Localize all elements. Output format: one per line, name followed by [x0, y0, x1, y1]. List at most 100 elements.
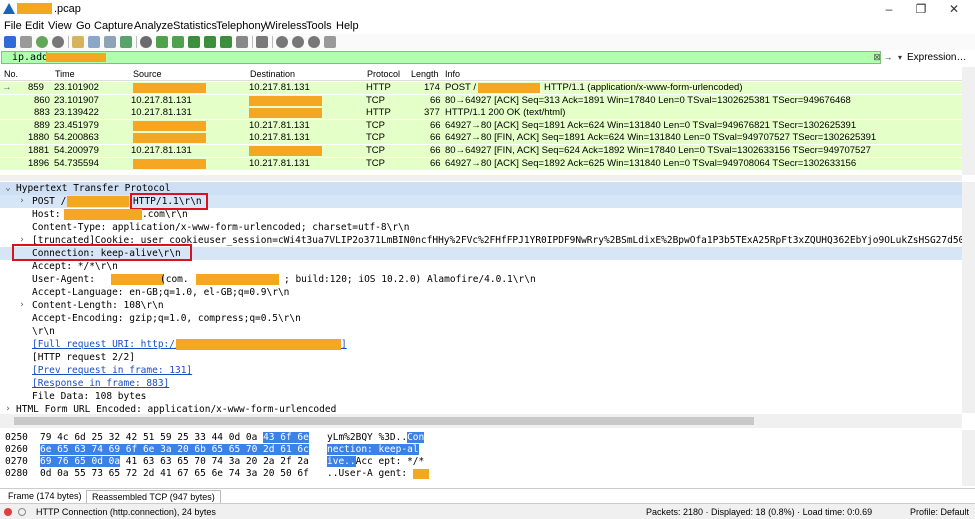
- expression-button[interactable]: Expression…: [907, 52, 966, 63]
- full-uri-close[interactable]: ]: [341, 338, 347, 351]
- column-header-no[interactable]: No.: [4, 69, 18, 79]
- normal-size-icon[interactable]: [308, 36, 320, 48]
- restart-capture-icon[interactable]: [36, 36, 48, 48]
- packet-row[interactable]: 1896 54.735594 10.217.81.131 TCP 66 6492…: [0, 158, 962, 170]
- menu-view[interactable]: View: [48, 20, 72, 32]
- packet-info: 80→64927 [ACK] Seq=313 Ack=1891 Win=1784…: [445, 95, 851, 106]
- resize-columns-icon[interactable]: [324, 36, 336, 48]
- prev-request-link[interactable]: [Prev request in frame: 131]: [32, 364, 192, 377]
- start-capture-icon[interactable]: [4, 36, 16, 48]
- menu-telephony[interactable]: Telephony: [216, 20, 266, 32]
- tree-item-crlf[interactable]: \r\n: [0, 325, 962, 338]
- packet-protocol: TCP: [366, 145, 385, 156]
- bytes-row[interactable]: 0280 0d 0a 55 73 65 72 2d 41 67 65 6e 74…: [0, 468, 962, 480]
- minimize-button[interactable]: –: [880, 1, 898, 17]
- capture-status-icon[interactable]: [18, 508, 26, 516]
- column-header-time[interactable]: Time: [55, 69, 75, 79]
- tree-item-user-agent[interactable]: User-Agent: (com. ; build:120; iOS 10.2.…: [0, 273, 962, 286]
- tree-item-accept-language[interactable]: Accept-Language: en-GB;q=1.0, el-GB;q=0.…: [0, 286, 962, 299]
- zoom-out-icon[interactable]: [292, 36, 304, 48]
- response-link[interactable]: [Response in frame: 883]: [32, 377, 169, 390]
- packet-row[interactable]: 1880 54.200863 10.217.81.131 TCP 66 6492…: [0, 132, 962, 144]
- close-button[interactable]: ✕: [945, 1, 963, 17]
- tree-item-accept-encoding[interactable]: Accept-Encoding: gzip;q=1.0, compress;q=…: [0, 312, 962, 325]
- packet-row[interactable]: 883 23.139422 10.217.81.131 HTTP 377 HTT…: [0, 107, 962, 119]
- tree-item-response[interactable]: [Response in frame: 883]: [0, 377, 962, 390]
- user-agent-label: User-Agent:: [32, 274, 95, 285]
- maximize-button[interactable]: ❐: [912, 1, 930, 17]
- status-profile[interactable]: Profile: Default: [910, 507, 969, 517]
- tree-item-file-data[interactable]: File Data: 108 bytes: [0, 390, 962, 403]
- details-hscrollbar[interactable]: [0, 414, 962, 428]
- packet-time: 23.101902: [54, 82, 99, 93]
- collapse-arrow-icon[interactable]: ⌄: [3, 182, 13, 195]
- details-scrollbar[interactable]: [962, 182, 975, 413]
- menu-file[interactable]: File: [4, 20, 22, 32]
- menu-analyze[interactable]: Analyze: [134, 20, 173, 32]
- first-packet-icon[interactable]: [204, 36, 216, 48]
- stop-capture-icon[interactable]: [20, 36, 32, 48]
- packet-no: 883: [34, 107, 50, 118]
- tree-item-content-type[interactable]: Content-Type: application/x-www-form-url…: [0, 221, 962, 234]
- tab-frame[interactable]: Frame (174 bytes): [3, 490, 87, 503]
- filter-dropdown-icon[interactable]: ▾: [894, 51, 906, 64]
- column-header-info[interactable]: Info: [445, 69, 460, 79]
- tree-item-http-request[interactable]: [HTTP request 2/2]: [0, 351, 962, 364]
- save-file-icon[interactable]: [88, 36, 100, 48]
- expert-info-icon[interactable]: [4, 508, 12, 516]
- bytes-row[interactable]: 0270 69 76 65 0d 0a 41 63 63 65 70 74 3a…: [0, 456, 962, 468]
- tree-item-label: Accept: */*\r\n: [32, 261, 118, 272]
- menu-edit[interactable]: Edit: [25, 20, 44, 32]
- bytes-row[interactable]: 0260 6e 65 63 74 69 6f 6e 3a 20 6b 65 65…: [0, 444, 962, 456]
- tree-item-accept[interactable]: Accept: */*\r\n: [0, 260, 962, 273]
- column-header-destination[interactable]: Destination: [250, 69, 295, 79]
- tab-reassembled-tcp[interactable]: Reassembled TCP (947 bytes): [86, 490, 221, 503]
- find-packet-icon[interactable]: [140, 36, 152, 48]
- packet-info-suffix: HTTP/1.1 (application/x-www-form-urlenco…: [544, 82, 743, 93]
- menu-go[interactable]: Go: [76, 20, 91, 32]
- packet-row[interactable]: → 859 23.101902 10.217.81.131 HTTP 174 P…: [0, 82, 962, 94]
- column-header-source[interactable]: Source: [133, 69, 162, 79]
- colorize-icon[interactable]: [256, 36, 268, 48]
- packet-info: 64927→80 [FIN, ACK] Seq=1891 Ack=624 Win…: [445, 132, 877, 143]
- menu-help[interactable]: Help: [336, 20, 359, 32]
- clear-filter-icon[interactable]: ⊠: [872, 52, 882, 63]
- display-filter-input[interactable]: ip.addr==: [1, 51, 881, 64]
- menu-wireless[interactable]: Wireless: [265, 20, 307, 32]
- close-file-icon[interactable]: [104, 36, 116, 48]
- packet-list-hscrollbar[interactable]: [0, 175, 962, 181]
- open-file-icon[interactable]: [72, 36, 84, 48]
- bytes-scrollbar[interactable]: [962, 430, 975, 486]
- go-forward-icon[interactable]: [172, 36, 184, 48]
- menu-statistics[interactable]: Statistics: [173, 20, 217, 32]
- packet-row[interactable]: 860 23.101907 10.217.81.131 TCP 66 80→64…: [0, 95, 962, 107]
- go-back-icon[interactable]: [156, 36, 168, 48]
- full-uri-link[interactable]: [Full request URI: http://: [32, 338, 181, 351]
- redacted-uri: [176, 339, 341, 350]
- menu-tools[interactable]: Tools: [306, 20, 332, 32]
- tree-item-content-length[interactable]: › Content-Length: 108\r\n: [0, 299, 962, 312]
- packet-no: 1881: [28, 145, 50, 156]
- apply-filter-icon[interactable]: →: [882, 51, 894, 64]
- tree-item-full-uri[interactable]: [Full request URI: http:// ]: [0, 338, 962, 351]
- autoscroll-icon[interactable]: [236, 36, 248, 48]
- tree-item-prev-request[interactable]: [Prev request in frame: 131]: [0, 364, 962, 377]
- zoom-in-icon[interactable]: [276, 36, 288, 48]
- packet-list-scrollbar[interactable]: [962, 67, 975, 175]
- go-to-packet-icon[interactable]: [188, 36, 200, 48]
- hscroll-thumb[interactable]: [14, 417, 754, 425]
- packet-length: 66: [430, 145, 441, 156]
- column-header-length[interactable]: Length: [411, 69, 439, 79]
- menu-capture[interactable]: Capture: [94, 20, 133, 32]
- last-packet-icon[interactable]: [220, 36, 232, 48]
- tree-item-host[interactable]: Host: .com\r\n: [0, 208, 962, 221]
- capture-options-icon[interactable]: [52, 36, 64, 48]
- column-header-protocol[interactable]: Protocol: [367, 69, 400, 79]
- redacted-source: [133, 121, 206, 131]
- expand-arrow-icon[interactable]: ›: [17, 299, 27, 312]
- bytes-row[interactable]: 0250 79 4c 6d 25 32 42 51 59 25 33 44 0d…: [0, 432, 962, 444]
- reload-file-icon[interactable]: [120, 36, 132, 48]
- packet-row[interactable]: 1881 54.200979 10.217.81.131 TCP 66 80→6…: [0, 145, 962, 157]
- packet-row[interactable]: 889 23.451979 10.217.81.131 TCP 66 64927…: [0, 120, 962, 132]
- expand-arrow-icon[interactable]: ›: [17, 195, 27, 208]
